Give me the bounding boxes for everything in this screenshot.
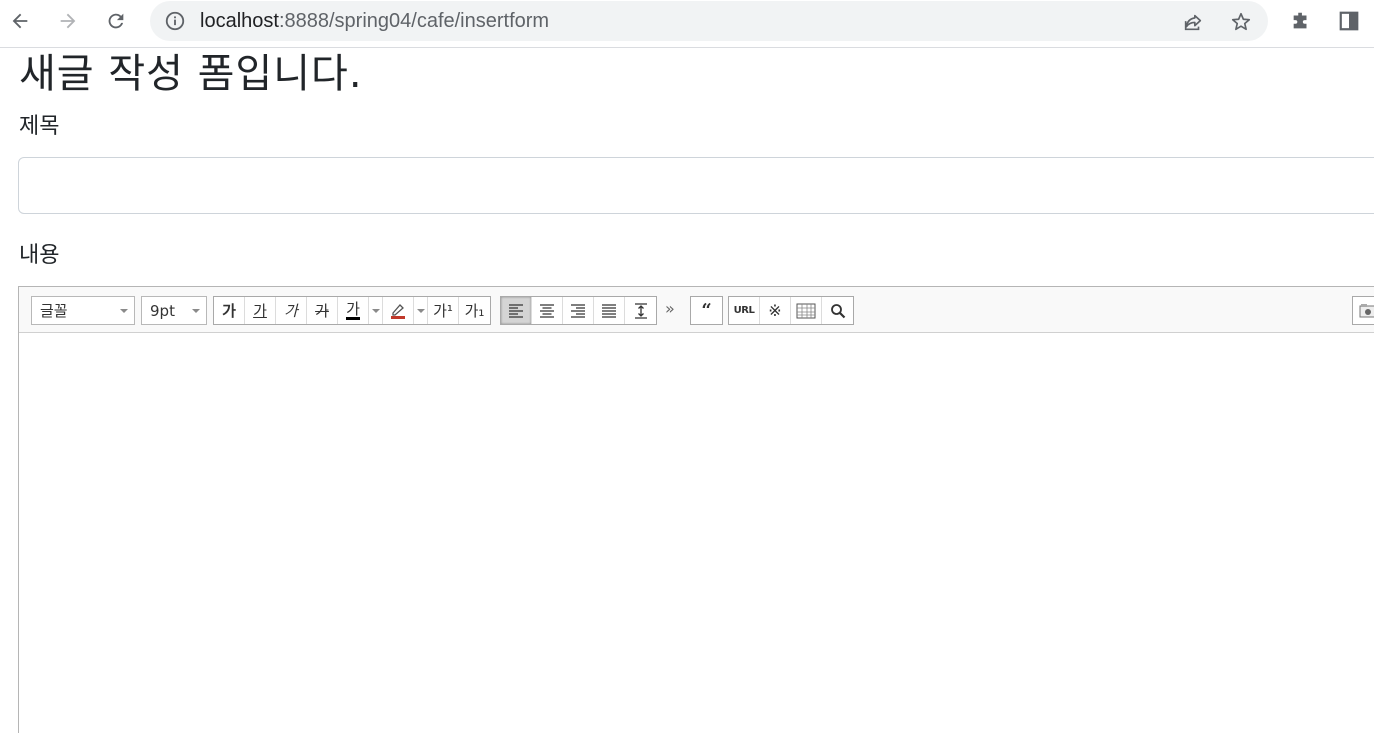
info-icon[interactable] bbox=[164, 10, 186, 36]
back-arrow-icon[interactable] bbox=[5, 6, 35, 36]
smart-editor: 글꼴 9pt 가 가 가 가 가 가¹ 가₁ » “ URL ※ bbox=[18, 286, 1374, 733]
superscript-icon: 가¹ bbox=[433, 302, 453, 320]
font-size-value: 9pt bbox=[150, 301, 175, 320]
strikethrough-button[interactable]: 가 bbox=[307, 297, 338, 324]
content-label: 내용 bbox=[19, 243, 60, 268]
line-height-button[interactable] bbox=[625, 297, 656, 324]
url-icon: URL bbox=[733, 305, 755, 316]
table-icon bbox=[796, 303, 816, 318]
font-family-select[interactable]: 글꼴 bbox=[31, 296, 135, 325]
editor-toolbar: 글꼴 9pt 가 가 가 가 가 가¹ 가₁ » “ URL ※ bbox=[19, 287, 1374, 333]
align-center-button[interactable] bbox=[532, 297, 563, 324]
font-family-value: 글꼴 bbox=[40, 302, 68, 320]
align-left-button[interactable] bbox=[501, 297, 532, 324]
line-height-icon bbox=[634, 302, 647, 319]
align-left-icon bbox=[509, 303, 523, 318]
chevron-down-icon bbox=[192, 309, 200, 313]
alignment-group bbox=[500, 296, 657, 325]
align-right-icon bbox=[571, 303, 585, 318]
subject-label: 제목 bbox=[19, 114, 60, 139]
side-panel-icon[interactable] bbox=[1336, 8, 1362, 34]
table-button[interactable] bbox=[791, 297, 822, 324]
background-color-button[interactable] bbox=[383, 297, 414, 324]
align-center-icon bbox=[540, 303, 554, 318]
search-icon bbox=[830, 303, 845, 318]
link-button[interactable]: URL bbox=[729, 297, 760, 324]
special-char-button[interactable]: ※ bbox=[760, 297, 791, 324]
reload-icon[interactable] bbox=[101, 6, 131, 36]
align-right-button[interactable] bbox=[563, 297, 594, 324]
font-color-button[interactable]: 가 bbox=[338, 297, 369, 324]
url-host: localhost bbox=[200, 10, 279, 32]
strikethrough-icon: 가 bbox=[315, 302, 329, 320]
align-justify-button[interactable] bbox=[594, 297, 625, 324]
url-path: :8888/spring04/cafe/insertform bbox=[278, 10, 550, 32]
star-icon[interactable] bbox=[1229, 10, 1253, 34]
photo-attach-button[interactable] bbox=[1352, 296, 1374, 325]
font-color-dropdown[interactable] bbox=[369, 297, 383, 324]
subscript-button[interactable]: 가₁ bbox=[459, 297, 490, 324]
text-format-group: 가 가 가 가 가 가¹ 가₁ bbox=[213, 296, 491, 325]
browser-toolbar: localhost:8888/spring04/cafe/insertform bbox=[0, 0, 1374, 48]
insert-group: URL ※ bbox=[728, 296, 854, 325]
italic-icon: 가 bbox=[284, 302, 298, 320]
underline-icon: 가 bbox=[253, 302, 267, 320]
forward-arrow-icon[interactable] bbox=[53, 6, 83, 36]
quote-group: “ bbox=[690, 296, 723, 325]
superscript-button[interactable]: 가¹ bbox=[428, 297, 459, 324]
extensions-icon[interactable] bbox=[1288, 8, 1314, 34]
url-text[interactable]: localhost:8888/spring04/cafe/insertform bbox=[200, 10, 549, 32]
underline-button[interactable]: 가 bbox=[245, 297, 276, 324]
chevron-down-icon bbox=[371, 308, 380, 313]
more-tools-button[interactable]: » bbox=[665, 299, 675, 318]
editor-content-area[interactable] bbox=[19, 334, 1374, 733]
chevron-down-icon bbox=[120, 309, 128, 313]
page-title: 새글 작성 폼입니다. bbox=[19, 51, 363, 97]
background-color-dropdown[interactable] bbox=[414, 297, 428, 324]
photo-icon bbox=[1359, 303, 1374, 317]
subscript-icon: 가₁ bbox=[464, 302, 485, 320]
find-replace-button[interactable] bbox=[822, 297, 853, 324]
address-bar[interactable]: localhost:8888/spring04/cafe/insertform bbox=[150, 1, 1268, 41]
share-icon[interactable] bbox=[1181, 10, 1205, 34]
special-char-icon: ※ bbox=[768, 301, 782, 320]
font-color-icon: 가 bbox=[346, 300, 360, 320]
font-size-select[interactable]: 9pt bbox=[141, 296, 207, 325]
subject-input[interactable] bbox=[18, 157, 1374, 214]
quote-icon: “ bbox=[701, 300, 712, 321]
highlighter-icon bbox=[391, 303, 405, 319]
align-justify-icon bbox=[602, 303, 616, 318]
italic-button[interactable]: 가 bbox=[276, 297, 307, 324]
chevron-down-icon bbox=[416, 308, 425, 313]
bold-button[interactable]: 가 bbox=[214, 297, 245, 324]
bold-icon: 가 bbox=[222, 302, 236, 320]
quote-button[interactable]: “ bbox=[691, 297, 722, 324]
